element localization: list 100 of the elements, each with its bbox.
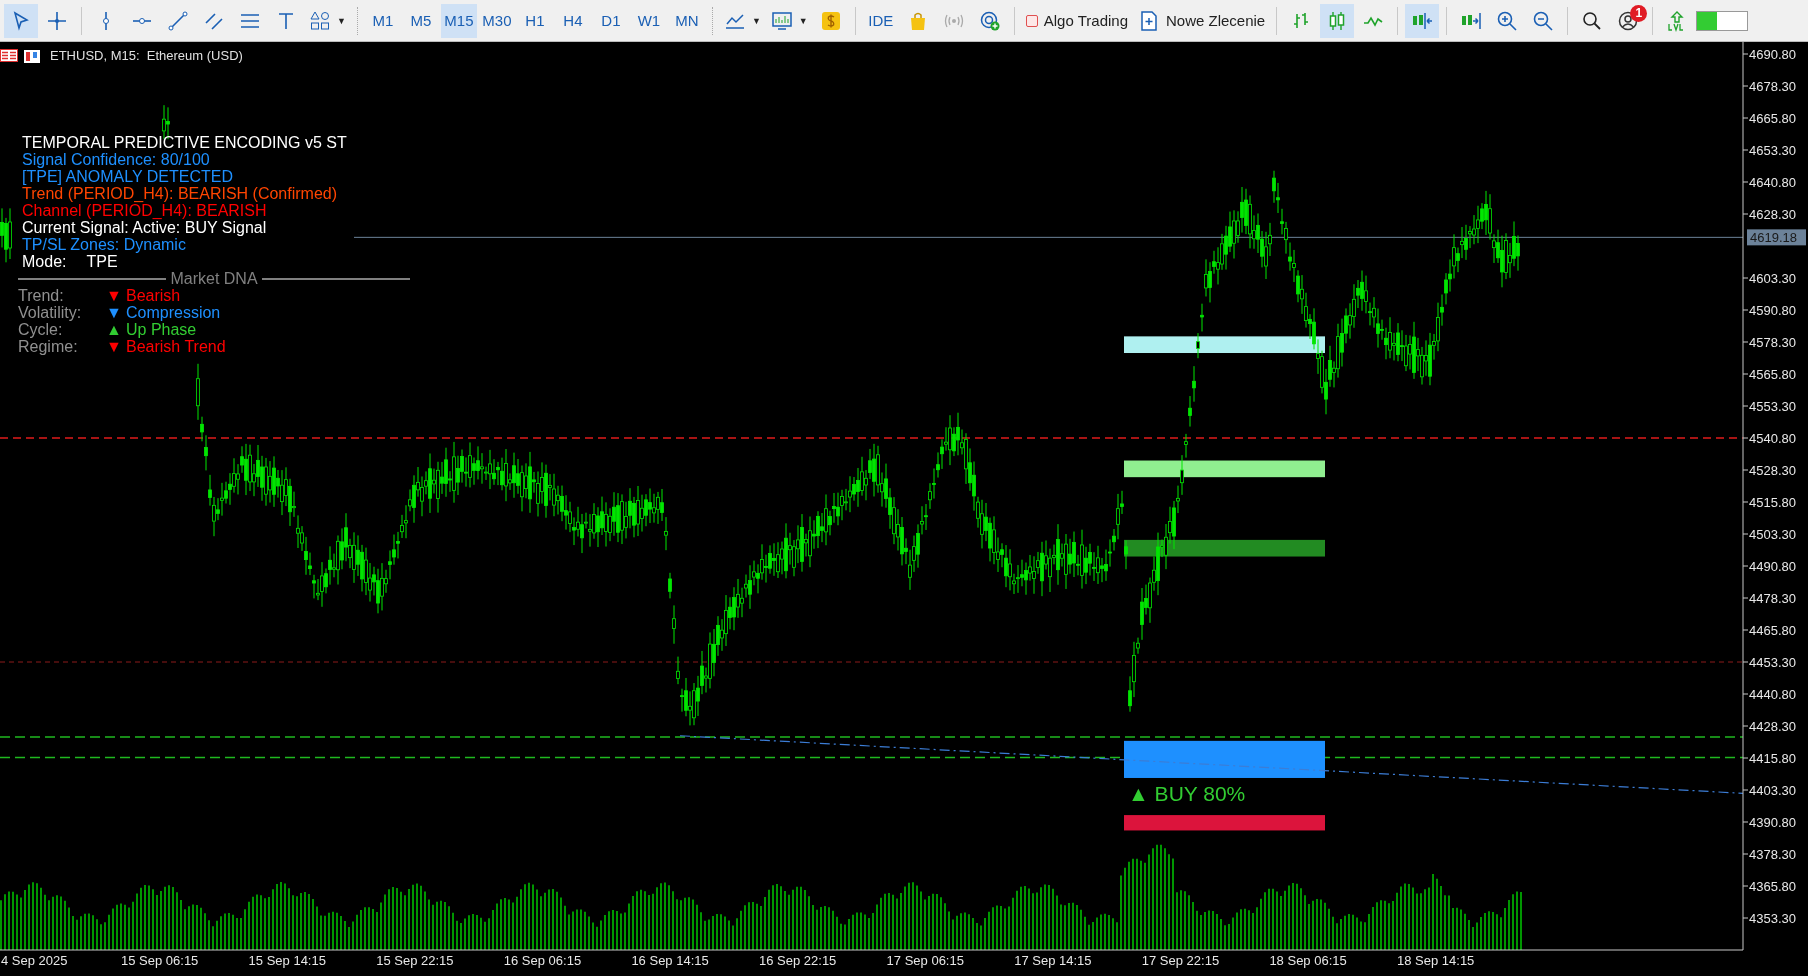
timeframe-button[interactable]: H1 — [516, 3, 553, 38]
time-label: 16 Sep 06:15 — [503, 953, 582, 968]
dna-value: Bearish Trend — [126, 338, 227, 355]
buy-signal-label: ▲ BUY 80% — [1128, 782, 1246, 805]
axis-tick — [1742, 213, 1749, 215]
dna-arrow: ▼ — [106, 304, 123, 321]
dna-arrow: ▲ — [106, 321, 123, 338]
axis-tick — [1742, 565, 1749, 567]
candlestick-chart-button[interactable] — [1320, 3, 1355, 38]
price-label: 4528.30 — [1749, 462, 1796, 478]
price-label: 4353.30 — [1749, 910, 1796, 926]
template-icon — [770, 9, 793, 32]
dna-arrow: ▼ — [106, 338, 123, 355]
current-price-label: 4619.18 — [1747, 229, 1806, 246]
price-label: 4565.80 — [1749, 366, 1796, 382]
axis-tick — [1742, 885, 1749, 887]
axis-tick — [1742, 629, 1749, 631]
chart-window-icon[interactable] — [24, 48, 40, 63]
timeframe-button[interactable]: D1 — [592, 3, 629, 38]
price-label: 4515.80 — [1749, 494, 1796, 510]
algo-trading-button[interactable]: Algo Trading — [1021, 3, 1132, 38]
chart-symbol-title: ETHUSD, M15: Ethereum (USD) — [50, 48, 243, 63]
timeframe-button[interactable]: W1 — [630, 3, 667, 38]
price-label: 4440.80 — [1749, 686, 1796, 702]
indicator-status-line: [TPE] ANOMALY DETECTED — [21, 168, 234, 185]
timeframe-button[interactable]: H4 — [554, 3, 591, 38]
timeframe-button[interactable]: M30 — [478, 3, 515, 38]
price-label: 4390.80 — [1749, 814, 1796, 830]
timeframe-button[interactable]: M15 — [440, 3, 477, 38]
timeframe-button[interactable]: M1 — [364, 3, 401, 38]
price-label: 4478.30 — [1749, 590, 1796, 606]
dna-value: Bearish — [126, 287, 182, 304]
axis-tick — [1742, 373, 1749, 375]
axis-tick — [1742, 821, 1749, 823]
axis-tick — [1742, 725, 1749, 727]
mode-label: Mode: — [22, 253, 67, 270]
timeframe-button[interactable]: MN — [668, 3, 705, 38]
axis-tick — [1742, 501, 1749, 503]
price-label: 4653.30 — [1749, 142, 1796, 158]
price-label: 4553.30 — [1749, 398, 1796, 414]
vline-icon — [102, 9, 110, 32]
hline-icon — [131, 16, 153, 25]
vps-icon — [978, 9, 1001, 32]
cursor-tool-button[interactable] — [4, 3, 38, 38]
price-label: 4378.30 — [1749, 846, 1796, 862]
shapes-icon — [309, 9, 331, 32]
timeframe-button[interactable]: M5 — [402, 3, 439, 38]
axis-tick — [1742, 181, 1749, 183]
axis-tick — [1742, 533, 1749, 535]
axis-tick — [1742, 917, 1749, 919]
price-label: 4628.30 — [1749, 206, 1796, 222]
price-label: 4540.80 — [1749, 430, 1796, 446]
dna-label: Trend: — [18, 287, 65, 304]
crosshair-icon — [46, 9, 68, 32]
price-label: 4590.80 — [1749, 302, 1796, 318]
shapes-button[interactable]: ▼ — [305, 3, 350, 38]
indicator-title: TEMPORAL PREDICTIVE ENCODING v5 ST — [21, 134, 348, 151]
ide-button[interactable]: IDE — [862, 3, 899, 38]
new-order-icon — [1138, 9, 1160, 32]
axis-tick — [1742, 277, 1749, 279]
price-label: 4665.80 — [1749, 110, 1796, 126]
dna-label: Volatility: — [18, 304, 83, 321]
dna-label: Cycle: — [18, 321, 64, 338]
notification-badge: 1 — [1630, 4, 1648, 22]
axis-tick — [1742, 309, 1749, 311]
time-label: 18 Sep 14:15 — [1397, 953, 1475, 968]
time-label: 16 Sep 22:15 — [759, 953, 837, 968]
price-label: 4465.80 — [1749, 622, 1796, 638]
price-label: 4690.80 — [1749, 46, 1796, 62]
indicator-status-line: Channel (PERIOD_H4): BEARISH — [21, 202, 268, 219]
auto-scroll-button[interactable] — [1405, 3, 1440, 38]
list-icon[interactable] — [0, 49, 18, 62]
account-button[interactable]: 1 — [1611, 3, 1646, 38]
axis-tick — [1742, 437, 1749, 439]
new-order-button[interactable]: Nowe Zlecenie — [1134, 3, 1270, 38]
price-label: 4678.30 — [1749, 78, 1796, 94]
price-label: 4403.30 — [1749, 782, 1796, 798]
time-label: 15 Sep 06:15 — [121, 953, 199, 968]
price-label: 4415.80 — [1749, 750, 1796, 766]
mode-value: TPE — [86, 253, 118, 270]
axis-tick — [1742, 693, 1749, 695]
indicators-button[interactable]: ▼ — [719, 3, 765, 38]
axis-tick — [1742, 853, 1749, 855]
axis-tick — [1742, 53, 1749, 55]
axis-tick — [1742, 469, 1749, 471]
zoom-in-icon — [1496, 9, 1519, 32]
dna-label: Regime: — [18, 338, 79, 355]
price-label: 4603.30 — [1749, 270, 1796, 286]
axis-tick — [1742, 661, 1749, 663]
indicator-status-line: TP/SL Zones: Dynamic — [21, 236, 187, 253]
price-label: 4640.80 — [1749, 174, 1796, 190]
time-label: 17 Sep 22:15 — [1141, 953, 1220, 968]
templates-button[interactable]: ▼ — [766, 3, 812, 38]
indicator-status-line: Trend (PERIOD_H4): BEARISH (Confirmed) — [21, 185, 339, 202]
time-label: 17 Sep 06:15 — [886, 953, 964, 968]
axis-tick — [1742, 757, 1749, 759]
axis-tick — [1742, 117, 1749, 119]
price-label: 4503.30 — [1749, 526, 1796, 542]
axis-tick — [1742, 597, 1749, 599]
axis-tick — [1742, 149, 1749, 151]
